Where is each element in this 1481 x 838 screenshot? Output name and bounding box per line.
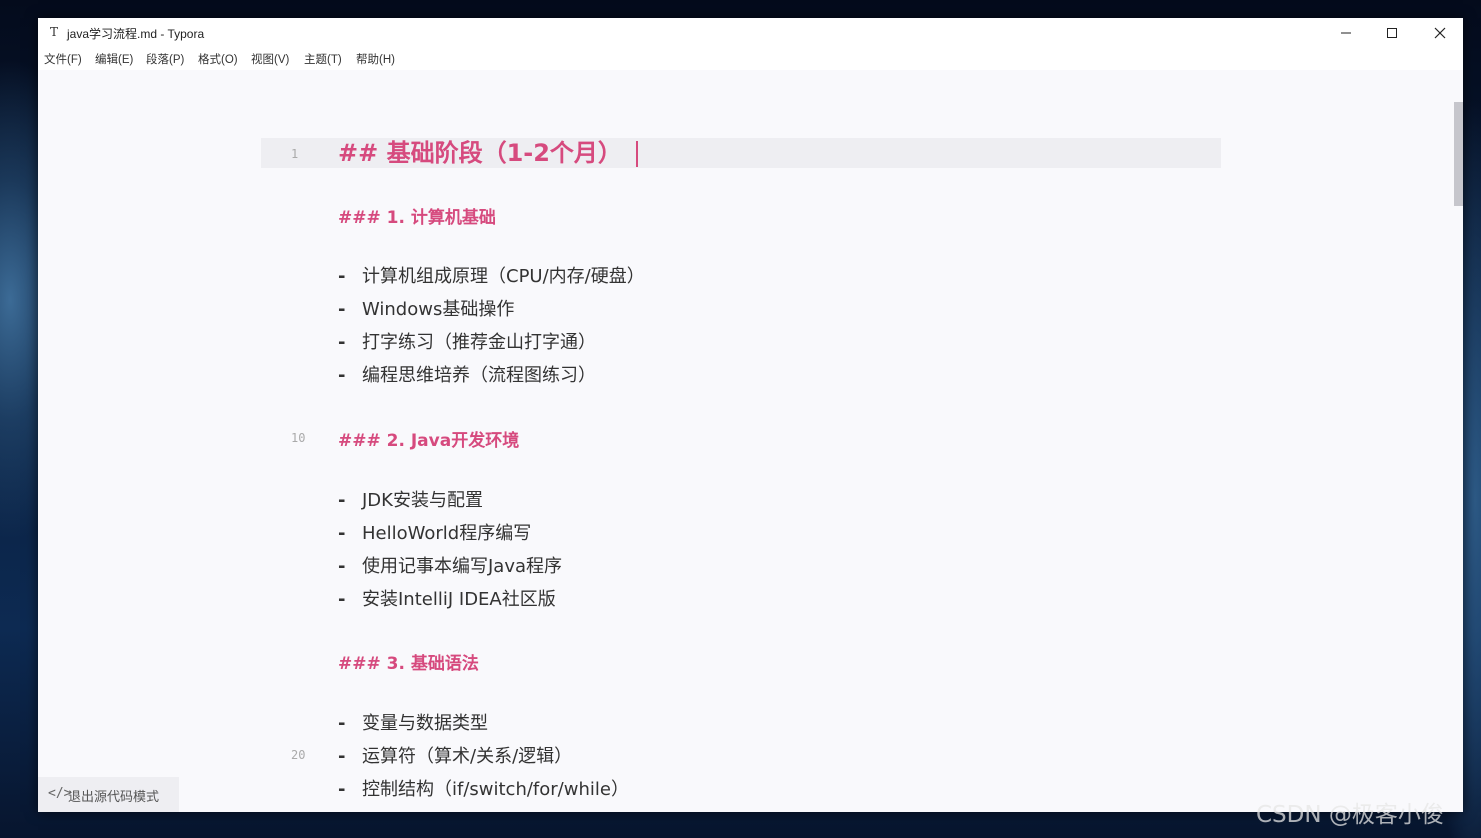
scrollbar-thumb[interactable] — [1454, 102, 1463, 206]
menu-paragraph[interactable]: 段落(P) — [146, 51, 184, 67]
maximize-button[interactable] — [1369, 18, 1415, 48]
list-item-text: 变量与数据类型 — [362, 713, 488, 734]
list-marker: - — [338, 490, 346, 511]
list-marker: - — [338, 713, 346, 734]
list-marker: - — [338, 332, 346, 353]
list-marker: - — [338, 556, 346, 577]
list-item-text: HelloWorld程序编写 — [362, 523, 532, 544]
list-item[interactable]: - 运算符（算术/关系/逻辑） — [338, 742, 572, 768]
menu-edit[interactable]: 编辑(E) — [95, 51, 133, 67]
list-marker: - — [338, 746, 346, 767]
list-item-text: 控制结构（if/switch/for/while） — [362, 779, 629, 800]
window-title: java学习流程.md - Typora — [67, 27, 205, 41]
list-item[interactable]: - HelloWorld程序编写 — [338, 519, 531, 545]
list-item-text: Windows基础操作 — [362, 299, 515, 320]
maximize-icon — [1387, 28, 1397, 38]
typora-app-icon: T — [49, 25, 58, 39]
list-item[interactable]: - 安装IntelliJ IDEA社区版 — [338, 585, 556, 611]
close-button[interactable] — [1417, 18, 1463, 48]
section-heading-3[interactable]: ### 3. 基础语法 — [338, 649, 479, 674]
list-marker: - — [338, 266, 346, 287]
menu-bar: 文件(F) 编辑(E) 段落(P) 格式(O) 视图(V) 主题(T) 帮助(H… — [38, 48, 1463, 70]
typora-window: T java学习流程.md - Typora 文件(F) 编辑(E) 段落(P)… — [38, 18, 1463, 812]
list-item[interactable]: - 控制结构（if/switch/for/while） — [338, 775, 629, 801]
exit-source-mode-label: 退出源代码模式 — [68, 790, 160, 805]
menu-theme[interactable]: 主题(T) — [304, 51, 342, 67]
menu-format[interactable]: 格式(O) — [198, 51, 238, 67]
line-number-1: 1 — [291, 147, 299, 161]
source-editor[interactable]: 1 10 20 ## 基础阶段（1-2个月） ### 1. 计算机基础 - 计算机… — [38, 70, 1463, 812]
list-item-text: 编程思维培养（流程图练习） — [362, 365, 596, 386]
csdn-watermark: CSDN @极客小俊 — [1256, 802, 1444, 828]
list-item[interactable]: - 使用记事本编写Java程序 — [338, 552, 562, 578]
h2-heading-text: ## 基础阶段（1-2个月） — [338, 139, 622, 167]
text-cursor — [635, 141, 638, 167]
list-item[interactable]: - JDK安装与配置 — [338, 486, 483, 512]
menu-help[interactable]: 帮助(H) — [356, 51, 395, 67]
list-item[interactable]: - 编程思维培养（流程图练习） — [338, 361, 596, 387]
line-number-20: 20 — [291, 748, 306, 762]
list-item[interactable]: - 变量与数据类型 — [338, 709, 488, 735]
list-item[interactable]: - Windows基础操作 — [338, 295, 514, 321]
section-heading-1[interactable]: ### 1. 计算机基础 — [338, 203, 496, 228]
list-marker: - — [338, 365, 346, 386]
list-marker: - — [338, 299, 346, 320]
menu-file[interactable]: 文件(F) — [44, 51, 82, 67]
list-marker: - — [338, 589, 346, 610]
line-number-10: 10 — [291, 431, 306, 445]
list-item-text: 打字练习（推荐金山打字通） — [362, 332, 596, 353]
list-item[interactable]: - 打字练习（推荐金山打字通） — [338, 328, 596, 354]
h2-heading-line[interactable]: ## 基础阶段（1-2个月） — [338, 138, 638, 168]
minimize-icon — [1341, 32, 1351, 34]
list-marker: - — [338, 523, 346, 544]
list-item[interactable]: - 计算机组成原理（CPU/内存/硬盘） — [338, 262, 645, 288]
section-heading-2[interactable]: ### 2. Java开发环境 — [338, 426, 519, 451]
minimize-button[interactable] — [1323, 18, 1369, 48]
exit-source-mode-button[interactable]: </> 退出源代码模式 — [38, 777, 179, 812]
list-item-text: 使用记事本编写Java程序 — [362, 556, 563, 577]
list-item-text: 计算机组成原理（CPU/内存/硬盘） — [362, 266, 645, 287]
list-item-text: 运算符（算术/关系/逻辑） — [362, 746, 573, 767]
title-bar[interactable]: T java学习流程.md - Typora — [38, 18, 1463, 48]
list-marker: - — [338, 779, 346, 800]
vertical-scrollbar[interactable] — [1454, 102, 1463, 812]
close-icon — [1434, 27, 1446, 39]
menu-view[interactable]: 视图(V) — [251, 51, 289, 67]
list-item-text: JDK安装与配置 — [362, 490, 483, 511]
list-item-text: 安装IntelliJ IDEA社区版 — [362, 589, 556, 610]
